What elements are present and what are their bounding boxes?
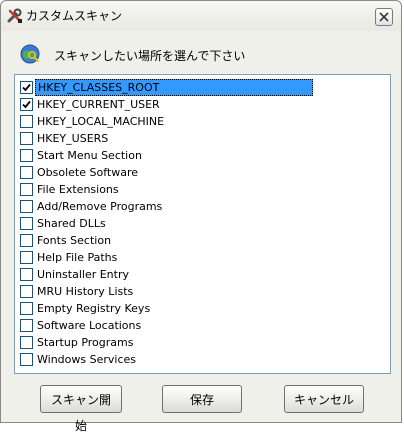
list-item[interactable]: Startup Programs — [20, 334, 380, 351]
checkbox[interactable] — [20, 285, 33, 298]
list-item[interactable]: Help File Paths — [20, 249, 380, 266]
checkbox[interactable] — [20, 268, 33, 281]
close-button[interactable] — [375, 8, 393, 26]
checkbox[interactable] — [20, 319, 33, 332]
checkbox[interactable] — [20, 200, 33, 213]
checkbox[interactable] — [20, 183, 33, 196]
instruction-text: スキャンしたい場所を選んで下さい — [54, 49, 246, 63]
list-item-label: MRU History Lists — [37, 285, 134, 298]
save-button[interactable]: 保存 — [162, 385, 242, 413]
list-item[interactable]: Software Locations — [20, 317, 380, 334]
checkbox[interactable] — [20, 149, 33, 162]
close-icon — [379, 12, 389, 22]
list-item-label: Shared DLLs — [37, 217, 106, 230]
list-item-label: HKEY_CLASSES_ROOT — [35, 79, 313, 96]
checkbox[interactable] — [20, 251, 33, 264]
custom-scan-dialog: カスタムスキャン スキャンしたい場所を選んで下さい HKEY_CLASSES_R… — [0, 0, 402, 433]
checkbox[interactable] — [20, 115, 33, 128]
globe-search-icon — [19, 43, 41, 65]
checkbox[interactable] — [20, 132, 33, 145]
tools-icon — [7, 8, 23, 24]
checkbox[interactable] — [20, 166, 33, 179]
list-item-label: File Extensions — [37, 183, 119, 196]
checkbox[interactable] — [20, 81, 33, 94]
list-item[interactable]: MRU History Lists — [20, 283, 380, 300]
list-item-label: Fonts Section — [37, 234, 112, 247]
list-item[interactable]: Start Menu Section — [20, 147, 380, 164]
checkbox[interactable] — [20, 336, 33, 349]
title-bar[interactable]: カスタムスキャン — [1, 1, 401, 31]
list-item-label: Empty Registry Keys — [37, 302, 151, 315]
list-item-label: Add/Remove Programs — [37, 200, 163, 213]
list-item[interactable]: Uninstaller Entry — [20, 266, 380, 283]
list-item[interactable]: Windows Services — [20, 351, 380, 368]
list-item-label: Obsolete Software — [37, 166, 138, 179]
list-item[interactable]: Obsolete Software — [20, 164, 380, 181]
list-item[interactable]: Add/Remove Programs — [20, 198, 380, 215]
checkmark-icon — [22, 100, 31, 109]
list-item[interactable]: Shared DLLs — [20, 215, 380, 232]
list-item-label: HKEY_USERS — [37, 132, 109, 145]
list-item[interactable]: Fonts Section — [20, 232, 380, 249]
list-item-label: Start Menu Section — [37, 149, 142, 162]
list-item[interactable]: HKEY_USERS — [20, 130, 380, 147]
list-item-label: HKEY_LOCAL_MACHINE — [37, 115, 165, 128]
list-item-label: Software Locations — [37, 319, 142, 332]
checkmark-icon — [22, 83, 31, 92]
list-item-label: HKEY_CURRENT_USER — [37, 98, 160, 111]
list-item[interactable]: HKEY_CURRENT_USER — [20, 96, 380, 113]
list-item[interactable]: Empty Registry Keys — [20, 300, 380, 317]
checkbox[interactable] — [20, 302, 33, 315]
checkbox[interactable] — [20, 353, 33, 366]
window-title: カスタムスキャン — [26, 9, 123, 23]
list-item-label: Startup Programs — [37, 336, 134, 349]
list-item-label: Windows Services — [37, 353, 136, 366]
list-item[interactable]: HKEY_LOCAL_MACHINE — [20, 113, 380, 130]
list-item-label: Uninstaller Entry — [37, 268, 130, 281]
list-item[interactable]: File Extensions — [20, 181, 380, 198]
cancel-button[interactable]: キャンセル — [284, 385, 364, 413]
scan-location-list[interactable]: HKEY_CLASSES_ROOT HKEY_CURRENT_USER HKEY_L… — [14, 74, 391, 374]
start-scan-button[interactable]: スキャン開始 — [40, 385, 122, 433]
list-item[interactable]: HKEY_CLASSES_ROOT — [20, 79, 380, 96]
checkbox[interactable] — [20, 234, 33, 247]
checkbox[interactable] — [20, 98, 33, 111]
checkbox[interactable] — [20, 217, 33, 230]
list-item-label: Help File Paths — [37, 251, 118, 264]
